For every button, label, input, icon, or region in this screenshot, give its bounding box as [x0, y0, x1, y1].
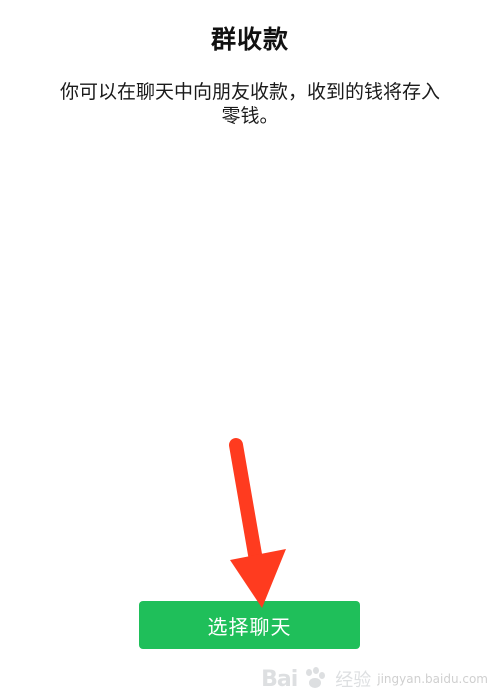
group-collection-screen: 群收款 你可以在聊天中向朋友收款，收到的钱将存入零钱。 选择聊天 Bai 经验 …: [0, 0, 500, 700]
description-text: 你可以在聊天中向朋友收款，收到的钱将存入零钱。: [59, 81, 440, 127]
watermark-url: jingyan.baidu.com: [377, 672, 488, 686]
paw-icon: [303, 667, 327, 691]
watermark-site: 经验: [335, 670, 372, 691]
page-title: 群收款: [210, 25, 289, 54]
select-chat-button[interactable]: 选择聊天: [139, 601, 360, 649]
watermark-brand: Bai: [261, 666, 298, 692]
watermark: Bai 经验 jingyan.baidu.com: [261, 666, 488, 692]
